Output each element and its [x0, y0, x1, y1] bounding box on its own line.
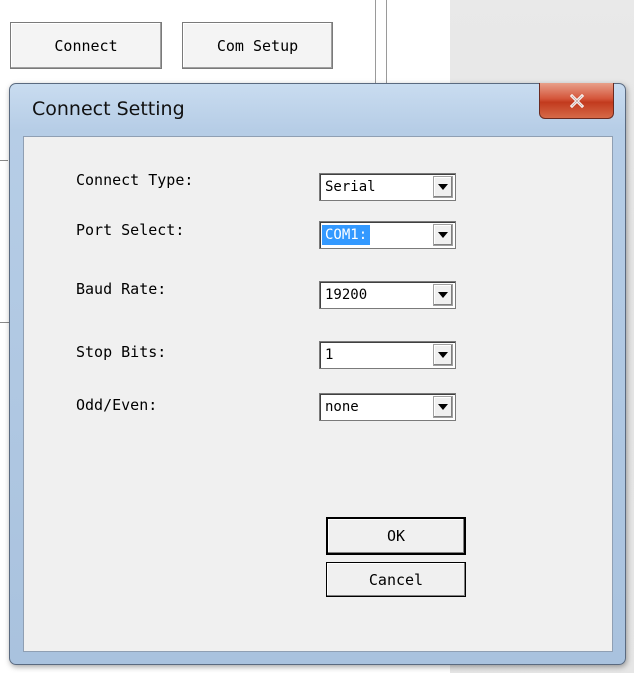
ok-button[interactable]: OK	[326, 517, 466, 555]
connect-button[interactable]: Connect	[10, 22, 162, 69]
dropdown-button[interactable]	[433, 224, 453, 246]
dialog-titlebar[interactable]: Connect Setting	[10, 83, 625, 136]
odd-even-select[interactable]: none	[319, 393, 456, 421]
odd-even-label: Odd/Even:	[76, 396, 158, 414]
close-x-icon	[569, 93, 584, 108]
baud-rate-value: 19200	[325, 287, 368, 303]
chevron-down-icon	[438, 352, 448, 358]
port-select-select[interactable]: COM1:	[319, 221, 456, 249]
baud-rate-select[interactable]: 19200	[319, 281, 456, 309]
connect-type-label: Connect Type:	[76, 171, 194, 189]
stop-bits-label: Stop Bits:	[76, 343, 167, 361]
connect-type-select[interactable]: Serial	[319, 173, 456, 201]
dropdown-button[interactable]	[433, 396, 453, 418]
stop-bits-value: 1	[325, 347, 334, 363]
chevron-down-icon	[438, 232, 448, 238]
chevron-down-icon	[438, 404, 448, 410]
dropdown-button[interactable]	[433, 284, 453, 306]
close-button[interactable]	[539, 83, 614, 119]
baud-rate-label: Baud Rate:	[76, 280, 167, 298]
dialog-client-area: Connect Type: Serial Port Select: COM1: …	[23, 136, 613, 652]
chevron-down-icon	[438, 292, 448, 298]
com-setup-button[interactable]: Com Setup	[182, 22, 333, 69]
chevron-down-icon	[438, 184, 448, 190]
background-divider	[0, 160, 8, 161]
dropdown-button[interactable]	[433, 176, 453, 198]
stop-bits-select[interactable]: 1	[319, 341, 456, 369]
port-select-label: Port Select:	[76, 221, 185, 239]
connect-type-value: Serial	[325, 179, 376, 195]
dialog-title: Connect Setting	[32, 98, 185, 120]
odd-even-value: none	[325, 399, 359, 415]
port-select-value: COM1:	[322, 225, 371, 245]
connect-setting-dialog: Connect Setting Connect Type: Serial Por…	[9, 83, 626, 665]
dropdown-button[interactable]	[433, 344, 453, 366]
cancel-button[interactable]: Cancel	[326, 562, 466, 597]
